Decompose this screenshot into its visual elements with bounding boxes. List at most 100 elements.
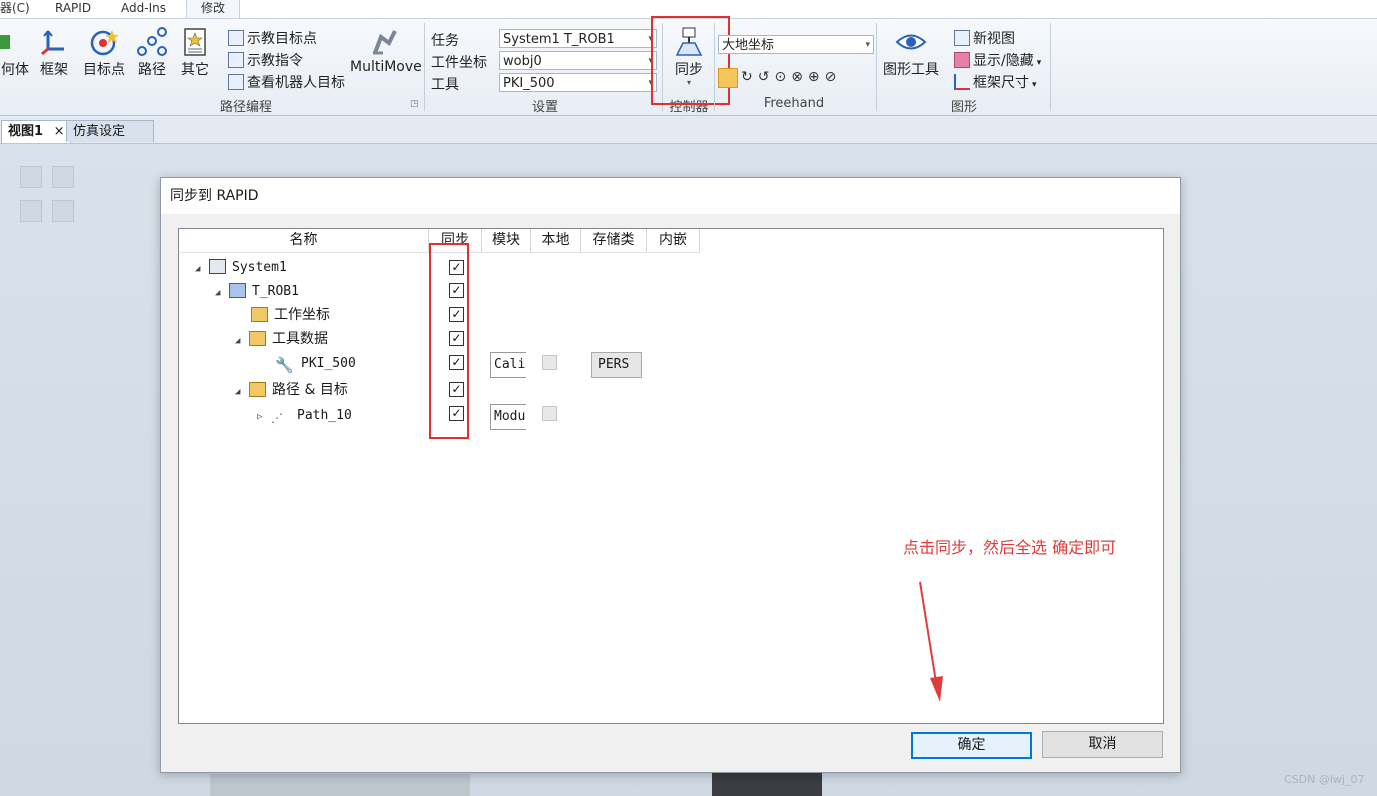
watermark: CSDN @lwj_07 [1284,773,1365,786]
local-checkbox-path10 [542,406,557,421]
expand-icon[interactable]: ◢ [235,330,249,352]
frame-size-button[interactable]: 框架尺寸 ▾ [954,73,1037,93]
task-value: System1 T_ROB1 [503,32,615,47]
sync-tree-grid: 名称 同步 模块 本地 存储类 内嵌 ◢ System1 ✓ ◢ T_ROB1 ✓ … [178,228,1164,724]
view-robot-target-icon [228,74,244,90]
tab-view1-label: 视图1 [8,124,44,139]
teach-instruction-button[interactable]: 示教指令 [228,51,303,71]
group-separator [714,23,715,111]
freehand-tools-icon[interactable]: ↻↺⊙⊗⊕⊘ [741,69,841,85]
column-header-storage[interactable]: 存储类 [581,229,647,253]
tree-item-label: System1 [232,260,287,275]
viewport-tool-icon[interactable] [52,166,74,188]
sync-highlight-box [651,16,730,105]
expand-icon[interactable]: ◢ [195,258,209,280]
tree-item-system1[interactable]: ◢ System1 [195,257,287,279]
tree-item-label: PKI_500 [301,356,356,371]
menu-tab-addins[interactable]: Add-Ins [121,0,166,18]
frame-button[interactable]: 框架 [36,27,72,79]
multimove-button[interactable]: MultiMove [350,27,422,75]
move-tool-icon[interactable] [718,68,738,88]
group-separator [876,23,877,111]
other-label: 其它 [181,62,209,78]
tab-view1[interactable]: 视图1 × [1,120,72,143]
target-icon [90,30,119,56]
folder-icon [251,307,268,322]
settings-group-label: 设置 [531,100,558,115]
teach-target-button[interactable]: 示教目标点 [228,29,317,49]
tool-select[interactable]: PKI_500 ▾ [499,73,657,92]
system-icon [209,259,226,274]
close-icon[interactable]: × [54,124,65,139]
frame-size-icon [954,74,970,90]
dialog-launcher-icon[interactable]: ◳ [410,99,419,109]
group-separator [1050,23,1051,111]
cancel-button[interactable]: 取消 [1042,731,1163,758]
sync-to-rapid-dialog: 同步到 RAPID 名称 同步 模块 本地 存储类 内嵌 ◢ System1 ✓ … [160,177,1181,773]
target-button[interactable]: 目标点 [81,27,127,79]
expand-icon[interactable]: ▷ [257,406,271,428]
document-tabs: 视图1 × 仿真设定 [0,116,1377,144]
expand-icon[interactable]: ◢ [215,282,229,304]
expand-icon[interactable]: ◢ [235,381,249,403]
tree-item-path10[interactable]: ▷ ⋰ Path_10 [257,405,352,427]
column-header-local[interactable]: 本地 [531,229,581,253]
geometry-button[interactable]: 何体 [0,27,30,79]
tree-item-t-rob1[interactable]: ◢ T_ROB1 [215,281,299,303]
tree-item-workobjects[interactable]: 工作坐标 [251,304,330,326]
freehand-group-label: Freehand [763,96,825,111]
module-cell-pki500[interactable]: Cali [490,352,526,378]
path-icon: ⋰ [271,411,283,425]
tree-item-paths-targets[interactable]: ◢ 路径 & 目标 [235,379,348,401]
annotation-text: 点击同步，然后全选 确定即可 [903,538,1117,557]
storage-select-pki500[interactable]: PERS [591,352,642,378]
view-robot-target-button[interactable]: 查看机器人目标 [228,73,345,93]
viewport-tool-icon[interactable] [20,166,42,188]
stop-icon[interactable] [52,200,74,222]
frame-size-label: 框架尺寸 [973,75,1029,91]
local-checkbox-pki500 [542,355,557,370]
sync-column-highlight-box [429,243,469,439]
robot-controller-shape [712,769,822,796]
teach-target-label: 示教目标点 [247,31,317,47]
other-button[interactable]: 其它 [177,27,213,79]
view-robot-target-label: 查看机器人目标 [247,75,345,91]
path-label: 路径 [138,62,166,78]
coord-system-select[interactable]: 大地坐标 ▾ [718,35,874,54]
tree-item-label: T_ROB1 [252,284,299,299]
chevron-down-icon: ▾ [865,40,870,50]
menu-tab-modify[interactable]: 修改 [186,0,241,18]
column-header-inline[interactable]: 内嵌 [647,229,700,253]
tree-item-label: 工具数据 [272,331,328,347]
path-button[interactable]: 路径 [134,27,170,79]
target-label: 目标点 [83,62,125,78]
menu-tab-controller[interactable]: 器(C) [0,0,30,18]
tree-item-tooldata[interactable]: ◢ 工具数据 [235,328,328,350]
graphics-tools-button[interactable]: 图形工具 [881,27,941,79]
graphics-group-label: 图形 [950,100,977,115]
wobj-select[interactable]: wobj0 ▾ [499,51,657,70]
wrench-icon: 🔧 [275,356,294,374]
tree-item-pki500[interactable]: 🔧 PKI_500 [275,353,356,375]
frame-label: 框架 [40,62,68,78]
play-icon[interactable] [20,200,42,222]
eye-icon [895,34,927,50]
graphics-tools-label: 图形工具 [883,62,939,78]
multimove-label: MultiMove [350,59,422,75]
module-cell-path10[interactable]: Modu [490,404,526,430]
menu-tab-rapid[interactable]: RAPID [55,0,91,18]
tool-label: 工具 [431,77,459,93]
ribbon: 何体 框架 目标点 路径 其它 示教目标点 示教指令 查看机器人目标 Multi… [0,16,1377,116]
group-separator [424,23,425,111]
new-view-label: 新视图 [973,31,1015,47]
folder-icon [249,331,266,346]
column-header-name[interactable]: 名称 [179,229,429,253]
annotation-arrow-icon [919,581,943,702]
ok-button[interactable]: 确定 [911,732,1032,759]
show-hide-button[interactable]: 显示/隐藏 ▾ [954,51,1041,71]
robot-base-shape [210,774,470,796]
new-view-button[interactable]: 新视图 [954,29,1015,49]
tab-simulation-setup[interactable]: 仿真设定 [66,120,154,142]
column-header-module[interactable]: 模块 [482,229,531,253]
task-select[interactable]: System1 T_ROB1 ▾ [499,29,657,48]
